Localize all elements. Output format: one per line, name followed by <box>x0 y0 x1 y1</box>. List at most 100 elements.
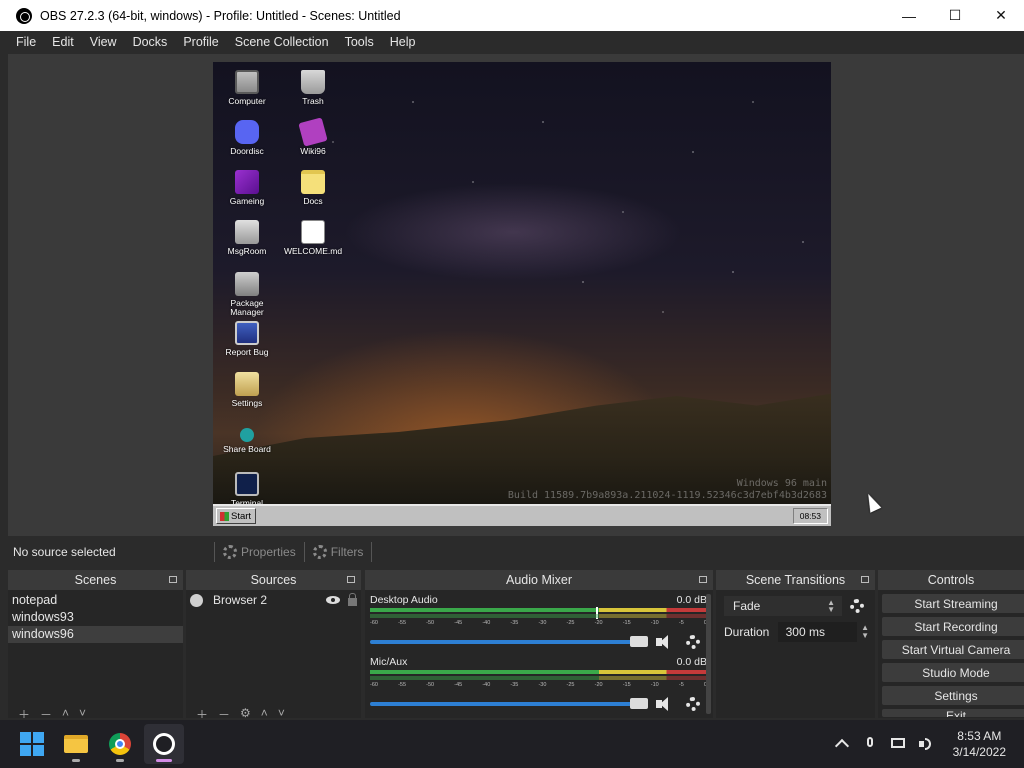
discord-icon <box>235 120 259 144</box>
volume-slider[interactable] <box>370 698 648 709</box>
network-icon[interactable] <box>890 737 905 751</box>
taskbar-clock[interactable]: 8:53 AM 3/14/2022 <box>953 728 1006 760</box>
undock-icon[interactable] <box>699 576 707 583</box>
eye-icon[interactable] <box>326 596 340 604</box>
transition-select[interactable]: Fade ▲ ▼ <box>724 596 842 616</box>
volume-icon[interactable] <box>918 737 933 751</box>
gear-icon[interactable] <box>850 599 864 613</box>
filters-button[interactable]: Filters <box>311 545 366 559</box>
volume-slider-handle[interactable] <box>630 636 648 647</box>
obs-app-icon <box>16 7 32 24</box>
desktop-icon-report-bug[interactable]: Report Bug <box>215 321 279 357</box>
menu-docks[interactable]: Docks <box>125 31 176 53</box>
desktop-icon-terminal[interactable]: Terminal <box>215 472 279 508</box>
running-indicator <box>156 759 172 762</box>
taskbar-chrome[interactable] <box>100 724 140 764</box>
move-down-button[interactable]: ˅ <box>278 706 285 718</box>
scene-transitions-dock: Scene Transitions Fade ▲ ▼ Duration 300 m… <box>716 570 875 718</box>
menu-bar: File Edit View Docks Profile Scene Colle… <box>0 31 1024 53</box>
start-streaming-button[interactable]: Start Streaming <box>882 594 1024 613</box>
maximize-button[interactable]: ☐ <box>932 0 978 31</box>
scenes-dock: Scenes notepad windows93 windows96 ＋ － ˄… <box>8 570 183 718</box>
menu-tools[interactable]: Tools <box>337 31 382 53</box>
menu-help[interactable]: Help <box>382 31 424 53</box>
mixer-scrollbar[interactable] <box>706 594 711 714</box>
gear-icon[interactable] <box>686 635 700 649</box>
desktop-icon-welcome[interactable]: WELCOME.md <box>281 220 345 256</box>
taskbar-file-explorer[interactable] <box>56 724 96 764</box>
channel-level: 0.0 dB <box>676 594 707 606</box>
volume-slider[interactable] <box>370 636 648 647</box>
desktop-icon-docs[interactable]: Docs <box>281 170 345 206</box>
globe-icon <box>190 593 203 607</box>
start-virtual-camera-button[interactable]: Start Virtual Camera <box>882 640 1024 659</box>
remove-source-button[interactable]: － <box>218 706 230 718</box>
scene-item-windows96[interactable]: windows96 <box>8 626 183 643</box>
undock-icon[interactable] <box>169 576 177 583</box>
remove-scene-button[interactable]: － <box>40 706 52 718</box>
w96-start-button[interactable]: Start <box>216 508 257 524</box>
starfield <box>213 62 831 362</box>
gear-icon[interactable] <box>686 697 700 711</box>
desktop-icon-computer[interactable]: Computer <box>215 70 279 106</box>
start-button[interactable] <box>12 724 52 764</box>
move-down-button[interactable]: ˅ <box>79 706 86 718</box>
settings-button[interactable]: Settings <box>882 686 1024 705</box>
volume-slider-handle[interactable] <box>630 698 648 709</box>
desktop-icon-settings[interactable]: Settings <box>215 372 279 408</box>
close-button[interactable]: ✕ <box>978 0 1024 31</box>
build-watermark: Windows 96 main Build 11589.7b9a893a.211… <box>507 478 827 501</box>
desktop-icon-trash[interactable]: Trash <box>281 70 345 106</box>
channel-level: 0.0 dB <box>676 656 707 668</box>
add-source-button[interactable]: ＋ <box>196 706 208 718</box>
lock-icon[interactable] <box>348 593 357 606</box>
menu-profile[interactable]: Profile <box>175 31 226 53</box>
windows-logo-icon <box>20 732 44 756</box>
share-icon <box>240 428 254 442</box>
start-recording-button[interactable]: Start Recording <box>882 617 1024 636</box>
chevron-up-icon[interactable] <box>835 737 849 751</box>
desktop-icon-share-board[interactable]: Share Board <box>215 422 279 454</box>
menu-scene-collection[interactable]: Scene Collection <box>227 31 337 53</box>
speaker-icon[interactable] <box>656 635 674 649</box>
add-scene-button[interactable]: ＋ <box>18 706 30 718</box>
scenes-dock-header: Scenes <box>8 570 183 590</box>
desktop-icon-package-manager[interactable]: Package Manager <box>215 272 279 317</box>
scene-list: notepad windows93 windows96 <box>8 590 183 643</box>
undock-icon[interactable] <box>861 576 869 583</box>
properties-button[interactable]: Properties <box>221 545 298 559</box>
minimize-button[interactable]: — <box>886 0 932 31</box>
scene-transitions-header: Scene Transitions <box>716 570 875 590</box>
channel-name: Mic/Aux <box>370 656 408 668</box>
menu-view[interactable]: View <box>82 31 125 53</box>
duration-spinner[interactable]: ▲ ▼ <box>861 624 869 640</box>
window-title: OBS 27.2.3 (64-bit, windows) - Profile: … <box>40 8 401 23</box>
microphone-icon[interactable] <box>863 737 877 751</box>
mixer-channel-desktop-audio: Desktop Audio 0.0 dB -60 -55 -50 -45 -40 -35-… <box>365 590 713 652</box>
menu-file[interactable]: File <box>8 31 44 53</box>
source-properties-button[interactable]: ⚙ <box>240 706 251 718</box>
scene-preview[interactable]: Computer Trash Doordisc Wiki96 Gameing D… <box>213 62 831 526</box>
sources-toolbar: ＋ － ⚙ ˄ ˅ <box>186 706 361 718</box>
desktop-icon-msgroom[interactable]: MsgRoom <box>215 220 279 256</box>
exit-button[interactable]: Exit <box>882 709 1024 717</box>
obs-icon <box>153 733 175 755</box>
msgroom-icon <box>235 220 259 244</box>
move-up-button[interactable]: ˄ <box>62 706 69 718</box>
desktop-icon-gameing[interactable]: Gameing <box>215 170 279 206</box>
scene-item-windows93[interactable]: windows93 <box>8 609 183 626</box>
move-up-button[interactable]: ˄ <box>261 706 268 718</box>
menu-edit[interactable]: Edit <box>44 31 82 53</box>
undock-icon[interactable] <box>347 576 355 583</box>
desktop-icon-doordisc[interactable]: Doordisc <box>215 120 279 156</box>
duration-input[interactable]: 300 ms <box>777 622 858 642</box>
studio-mode-button[interactable]: Studio Mode <box>882 663 1024 682</box>
scene-item-notepad[interactable]: notepad <box>8 592 183 609</box>
speaker-icon[interactable] <box>656 697 674 711</box>
sources-dock: Sources Browser 2 ＋ － ⚙ ˄ ˅ <box>186 570 361 718</box>
source-item-browser-2[interactable]: Browser 2 <box>186 590 361 610</box>
taskbar-obs[interactable] <box>144 724 184 764</box>
toolbar-divider <box>371 542 373 562</box>
desktop-icon-wiki96[interactable]: Wiki96 <box>281 117 345 156</box>
file-explorer-icon <box>64 735 88 753</box>
